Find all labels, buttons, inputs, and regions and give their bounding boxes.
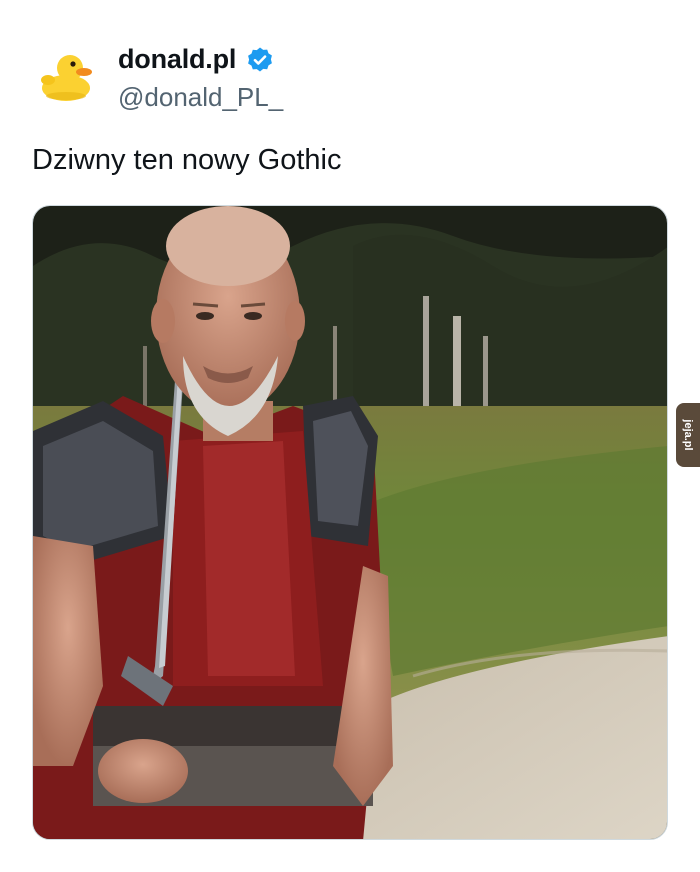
rubber-duck-icon bbox=[41, 55, 92, 101]
verified-badge-icon bbox=[246, 46, 274, 74]
tweet-card: donald.pl @donald_PL_ Dziwny ten nowy Go… bbox=[0, 0, 700, 872]
watermark-text: jeja.pl bbox=[682, 418, 694, 450]
tweet-text: Dziwny ten nowy Gothic bbox=[32, 144, 342, 176]
tweet-photo[interactable] bbox=[32, 205, 668, 840]
jeja-watermark-logo: jeja.pl bbox=[676, 403, 700, 467]
avatar[interactable] bbox=[40, 50, 94, 104]
user-handle[interactable]: @donald_PL_ bbox=[118, 82, 283, 113]
display-name[interactable]: donald.pl bbox=[118, 44, 236, 75]
